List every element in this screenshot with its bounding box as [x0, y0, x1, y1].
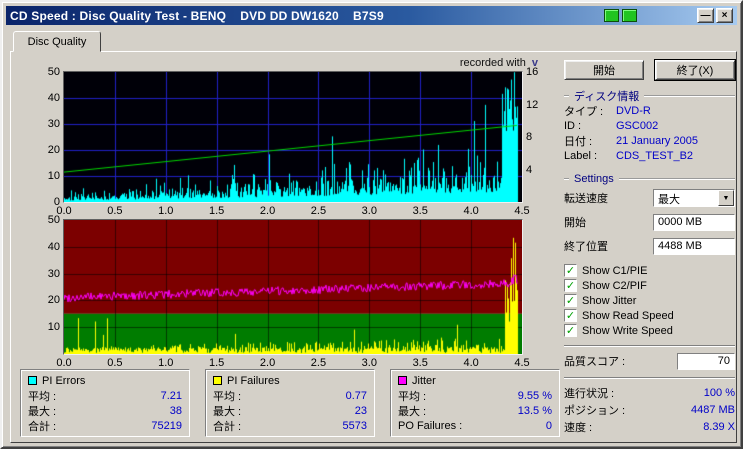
pi-failures-stats-panel: PI Failures 平均 :0.77 最大 :23 合計 :5573	[205, 369, 375, 437]
position-row: ポジション :4487 MB	[564, 403, 735, 417]
stat-row: 平均 :9.55 %	[398, 389, 552, 403]
checkmark-icon: ✓	[564, 309, 577, 322]
pif-jitter-chart	[63, 219, 523, 355]
speed-row: 速度 :8.39 X	[564, 420, 735, 434]
disc-label-row: Label : CDS_TEST_B2	[564, 149, 694, 162]
tab-disc-quality[interactable]: Disc Quality	[13, 31, 101, 52]
quality-score-field: 70	[677, 352, 735, 370]
pi-errors-swatch-icon	[28, 376, 37, 385]
pie-errors-chart	[63, 71, 523, 203]
nero-logo-icon: v	[531, 57, 538, 69]
recorded-with-watermark: recorded with v	[459, 57, 538, 69]
end-position-row: 終了位置 4488 MB	[564, 234, 735, 258]
transfer-speed-row: 転送速度 最大 ▼	[564, 186, 735, 210]
pi-errors-stats-panel: PI Errors 平均 :7.21 最大 :38 合計 :75219	[20, 369, 190, 437]
app-window: CD Speed : Disc Quality Test - BENQ DVD …	[0, 0, 743, 449]
divider	[564, 345, 735, 347]
pi-failures-title: PI Failures	[227, 374, 280, 387]
chevron-down-icon[interactable]: ▼	[718, 190, 734, 206]
transfer-speed-select[interactable]: 最大 ▼	[653, 189, 735, 207]
window-title: CD Speed : Disc Quality Test - BENQ DVD …	[10, 8, 384, 23]
disc-id-row: ID : GSC002	[564, 119, 659, 132]
stat-row: 最大 :38	[28, 404, 182, 418]
disc-info-header: ディスク情報	[564, 89, 735, 103]
quality-score-row: 品質スコア : 70	[564, 352, 735, 370]
show-read-speed-checkbox[interactable]: ✓ Show Read Speed	[564, 308, 735, 323]
minimize-button[interactable]: —	[697, 8, 714, 23]
disc-date-row: 日付 :21 January 2005	[564, 134, 698, 148]
checkmark-icon: ✓	[564, 279, 577, 292]
show-options-list: ✓ Show C1/PIE ✓ Show C2/PIF ✓ Show Jitte…	[564, 263, 735, 338]
stat-row: 最大 :23	[213, 404, 367, 418]
control-sidebar: 開始 終了(X) ディスク情報 タイプ : DVD-R ID : GSC002 日付…	[562, 58, 737, 441]
pi-errors-title: PI Errors	[42, 374, 86, 387]
disc-type-row: タイプ : DVD-R	[564, 104, 651, 118]
titlebar[interactable]: CD Speed : Disc Quality Test - BENQ DVD …	[6, 6, 737, 25]
pi-failures-swatch-icon	[213, 376, 222, 385]
stat-row: 平均 :7.21	[28, 389, 182, 403]
show-write-speed-checkbox[interactable]: ✓ Show Write Speed	[564, 323, 735, 338]
close-button[interactable]: ×	[716, 8, 733, 23]
show-c2-pif-checkbox[interactable]: ✓ Show C2/PIF	[564, 278, 735, 293]
jitter-swatch-icon	[398, 376, 407, 385]
show-c1-pie-checkbox[interactable]: ✓ Show C1/PIE	[564, 263, 735, 278]
divider	[564, 377, 735, 379]
show-jitter-checkbox[interactable]: ✓ Show Jitter	[564, 293, 735, 308]
checkmark-icon: ✓	[564, 294, 577, 307]
exit-button[interactable]: 終了(X)	[654, 59, 736, 81]
jitter-stats-panel: Jitter 平均 :9.55 % 最大 :13.5 % PO Failures…	[390, 369, 560, 437]
checkmark-icon: ✓	[564, 264, 577, 277]
stat-row: 平均 :0.77	[213, 389, 367, 403]
green-square-icon[interactable]	[604, 9, 619, 22]
tab-label: Disc Quality	[27, 35, 87, 48]
stat-row: 合計 :75219	[28, 419, 182, 433]
stat-row: 最大 :13.5 %	[398, 404, 552, 418]
stat-row: 合計 :5573	[213, 419, 367, 433]
progress-row: 進行状況 :100 %	[564, 386, 735, 400]
start-position-field[interactable]: 0000 MB	[653, 213, 735, 231]
start-position-row: 開始 0000 MB	[564, 210, 735, 234]
stat-row: PO Failures :0	[398, 419, 552, 432]
jitter-title: Jitter	[412, 374, 436, 387]
green-square-icon[interactable]	[622, 9, 637, 22]
checkmark-icon: ✓	[564, 324, 577, 337]
end-position-field[interactable]: 4488 MB	[653, 237, 735, 255]
start-button[interactable]: 開始	[564, 60, 644, 80]
settings-header: Settings	[564, 172, 735, 186]
